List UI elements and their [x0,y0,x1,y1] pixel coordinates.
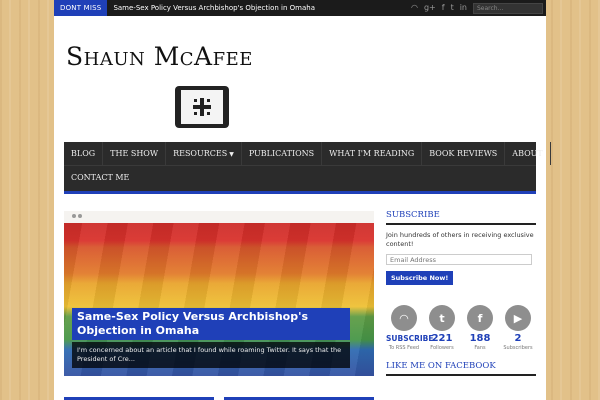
twitter-icon[interactable]: t [451,4,454,12]
subscribe-description: Join hundreds of others in receiving exc… [386,231,534,248]
ticker-link[interactable]: Same-Sex Policy Versus Archbishop's Obje… [113,4,315,12]
facebook-icon[interactable]: f [442,4,445,12]
slider-dot[interactable] [78,214,82,218]
twitter-count: 221 [431,333,453,344]
nav-item-publications[interactable]: Publications [242,142,323,165]
main-nav: Blog The Show Resources ▼ Publications Wh… [64,142,551,194]
slider-dots [72,214,82,218]
top-bar: DONT MISS Same-Sex Policy Versus Archbis… [54,0,546,16]
facebook-count: 188 [469,333,491,344]
social-youtube[interactable]: ▶ 2 Subscribers [500,305,536,351]
facebook-widget-title: Like me on Facebook [386,361,536,376]
rss-icon: ◠ [391,305,417,331]
slider-dot[interactable] [72,214,76,218]
rss-label: To RSS Feed [388,345,420,351]
social-facebook[interactable]: f 188 Fans [462,305,498,351]
email-field[interactable] [386,254,532,265]
featured-excerpt: I'm concerned about an article that I fo… [72,342,350,368]
twitter-icon: t [429,305,455,331]
tablet-image [175,86,229,128]
caret-down-icon: ▼ [229,151,234,158]
nav-item-resources[interactable]: Resources ▼ [166,142,242,165]
nav-item-reading[interactable]: What I'm Reading [322,142,423,165]
featured-slider[interactable]: Same-Sex Policy Versus Archbishop's Obje… [64,211,374,376]
page-wrapper: Shaun McAfee Blog The Show Resources ▼ Pu… [54,16,551,400]
youtube-label: Subscribers [503,345,533,351]
rss-count: SUBSCRIBE [386,334,434,343]
cross-logo-icon [193,98,211,116]
sky-strip [64,211,374,223]
twitter-label: Followers [430,345,454,351]
nav-row-1: Blog The Show Resources ▼ Publications Wh… [64,142,551,166]
subscribe-button[interactable]: Subscribe Now! [386,271,454,285]
facebook-label: Fans [474,345,486,351]
nav-item-blog[interactable]: Blog [64,142,104,165]
nav-item-the-show[interactable]: The Show [103,142,167,165]
google-plus-icon[interactable]: g+ [424,4,436,12]
youtube-count: 2 [514,333,522,344]
youtube-icon: ▶ [505,305,531,331]
top-social-icons: ◠ g+ f t in [411,4,467,12]
subscribe-title: Subscribe [386,210,536,225]
nav-item-about[interactable]: About [505,142,551,165]
featured-title[interactable]: Same-Sex Policy Versus Archbishop's Obje… [72,308,350,340]
nav-row-2: Contact Me [64,166,536,190]
nav-item-contact[interactable]: Contact Me [64,166,136,190]
social-twitter[interactable]: t 221 Followers [424,305,460,351]
facebook-icon: f [467,305,493,331]
social-rss[interactable]: ◠ SUBSCRIBE To RSS Feed [386,305,434,351]
rss-icon[interactable]: ◠ [411,4,418,12]
site-title[interactable]: Shaun McAfee [66,42,253,71]
search-input[interactable]: Search... [473,2,543,14]
dont-miss-label: DONT MISS [54,0,108,16]
sidebar: Subscribe Join hundreds of others in rec… [386,210,536,376]
nav-item-book-reviews[interactable]: Book Reviews [422,142,506,165]
linkedin-icon[interactable]: in [460,4,467,12]
nav-item-resources-label: Resources [173,149,228,158]
social-counters: ◠ SUBSCRIBE To RSS Feed t 221 Followers … [386,305,536,351]
